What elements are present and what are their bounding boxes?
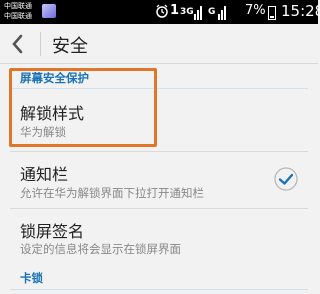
app-notification-icon — [42, 4, 56, 18]
section-header-screen-security: 屏幕安全保护 — [20, 71, 89, 85]
section-header-sim-lock: 卡锁 — [20, 271, 43, 285]
page-title: 安全 — [52, 36, 88, 57]
section-divider — [10, 88, 308, 89]
back-chevron-icon[interactable] — [8, 32, 28, 56]
settings-item-notification-bar[interactable]: 通知栏 允许在华为解锁界面下拉打开通知栏 — [0, 152, 318, 206]
item-subtitle: 华为解锁 — [20, 125, 66, 139]
title-divider — [40, 32, 41, 56]
item-title: 解锁样式 — [20, 104, 85, 123]
item-title: 锁屏签名 — [20, 222, 85, 241]
item-title: 通知栏 — [20, 165, 69, 184]
title-bar: 安全 — [0, 24, 318, 64]
status-bar: 中国联通 中国联通 1 3G G 7% 15:28 — [0, 0, 320, 24]
settings-item-unlock-style[interactable]: 解锁样式 华为解锁 — [0, 90, 318, 146]
item-subtitle: 允许在华为解锁界面下拉打开通知栏 — [20, 186, 204, 200]
checkmark-icon[interactable] — [273, 166, 299, 192]
settings-item-lock-screen-signature[interactable]: 锁屏签名 设定的信息将会显示在锁屏界面 — [0, 209, 318, 261]
carrier-labels: 中国联通 中国联通 — [4, 1, 32, 21]
svg-text:3G: 3G — [180, 7, 194, 17]
section-divider — [10, 289, 308, 290]
alarm-icon — [156, 4, 168, 18]
clock: 15:28 — [281, 2, 320, 20]
signal-3g-icon: 3G — [180, 6, 202, 20]
svg-text:G: G — [208, 7, 215, 17]
carrier-label-1: 中国联通 — [4, 2, 32, 10]
carrier-label-2: 中国联通 — [4, 12, 32, 20]
signal-g-icon: G — [208, 6, 226, 20]
battery-icon — [268, 6, 276, 20]
sim-slot-label: 1 — [170, 3, 180, 18]
battery-percent: 7% — [245, 3, 266, 18]
item-subtitle: 设定的信息将会显示在锁屏界面 — [20, 242, 181, 256]
